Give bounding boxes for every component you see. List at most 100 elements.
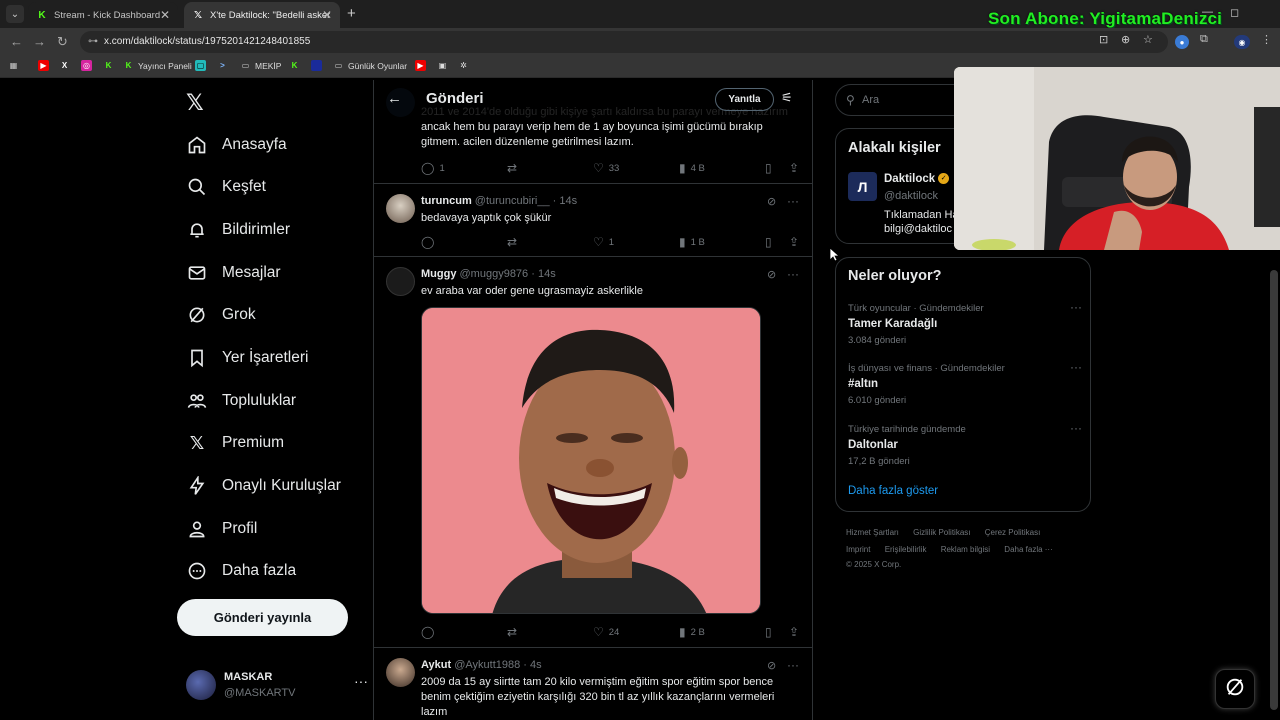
- footer-link[interactable]: Daha fazla ···: [1004, 545, 1052, 554]
- more-dots-icon[interactable]: ···: [787, 658, 799, 672]
- related-user-name[interactable]: Daktilock ✓: [884, 173, 950, 185]
- like-action[interactable]: ♡ 24: [593, 625, 619, 639]
- post-image[interactable]: [421, 307, 761, 614]
- share-action[interactable]: ⇪: [789, 235, 804, 249]
- more-dots-icon[interactable]: ···: [787, 267, 799, 281]
- grok-icon[interactable]: ⊘: [767, 195, 776, 208]
- bookmark-blue[interactable]: [311, 60, 326, 71]
- nav-item-communities[interactable]: Topluluklar: [186, 386, 296, 416]
- share-action[interactable]: ⇪: [789, 161, 804, 175]
- nav-item-profile[interactable]: Profil: [186, 514, 257, 544]
- footer-link[interactable]: Gizlilik Politikası: [913, 528, 970, 537]
- reply-action[interactable]: ◯: [421, 235, 439, 249]
- post-author[interactable]: Aykut @Aykutt1988 · 4s: [421, 659, 542, 671]
- views-action[interactable]: ▮ 1 B: [679, 235, 705, 249]
- trend-item[interactable]: Türkiye tarihinde gündemde Daltonlar 17,…: [848, 421, 1084, 467]
- nav-item-messages[interactable]: Mesajlar: [186, 258, 281, 288]
- bookmark-youtube[interactable]: ▶: [38, 60, 53, 71]
- close-tab-icon[interactable]: ✕: [322, 8, 332, 22]
- nav-item-grok[interactable]: Grok: [186, 300, 256, 330]
- url-text[interactable]: x.com/daktilock/status/19752014212484018…: [104, 36, 310, 47]
- bookmark-youtube-2[interactable]: ▶: [415, 60, 430, 71]
- footer-link[interactable]: Çerez Politikası: [985, 528, 1041, 537]
- extension-icon[interactable]: ●: [1175, 35, 1189, 49]
- post-button[interactable]: Gönderi yayınla: [177, 599, 348, 636]
- star-icon[interactable]: ☆: [1143, 33, 1153, 46]
- more-dots-icon[interactable]: ···: [1070, 300, 1082, 314]
- bookmark-kick-2[interactable]: K: [289, 60, 304, 71]
- nav-item-bookmarks[interactable]: Yer İşaretleri: [186, 343, 308, 373]
- bookmark-folder-gunluk-oyunlar[interactable]: ▭ Günlük Oyunlar: [333, 60, 407, 71]
- account-switcher[interactable]: MASKAR @MASKARTV ···: [186, 670, 368, 706]
- footer-link[interactable]: Erişilebilirlik: [885, 545, 927, 554]
- reply-button[interactable]: Yanıtla: [715, 88, 774, 111]
- profile-avatar-icon[interactable]: ◉: [1234, 35, 1250, 49]
- page-scrollbar[interactable]: [1270, 270, 1278, 710]
- tab-search-button[interactable]: ⌄: [6, 5, 24, 23]
- search-placeholder[interactable]: Ara: [862, 94, 879, 106]
- bookmark-chatgpt[interactable]: ✲: [458, 60, 473, 71]
- reply-action[interactable]: ◯ 1: [421, 161, 445, 175]
- repost-action[interactable]: ⇄: [507, 161, 522, 175]
- nav-item-verified-orgs[interactable]: Onaylı Kuruluşlar: [186, 471, 341, 501]
- bookmark-yayinci-paneli[interactable]: K Yayıncı Paneli: [123, 60, 192, 71]
- forward-icon[interactable]: →: [33, 34, 46, 49]
- zoom-icon[interactable]: ⊕: [1121, 33, 1130, 46]
- more-dots-icon[interactable]: ···: [787, 194, 799, 208]
- apps-grid-icon[interactable]: ▦: [8, 60, 23, 71]
- bookmark-kick[interactable]: K: [103, 60, 118, 71]
- x-logo-icon[interactable]: 𝕏: [186, 90, 204, 116]
- maximize-icon[interactable]: ◻: [1230, 6, 1239, 19]
- show-more-link[interactable]: Daha fazla göster: [848, 485, 938, 497]
- site-info-icon[interactable]: ⊶: [88, 36, 98, 47]
- extensions-puzzle-icon[interactable]: ⧉: [1200, 33, 1208, 46]
- new-tab-button[interactable]: +: [347, 5, 356, 22]
- nav-item-premium[interactable]: 𝕏 Premium: [186, 428, 284, 458]
- trend-item[interactable]: Türk oyuncular · Gündemdekiler Tamer Kar…: [848, 300, 1084, 346]
- address-bar[interactable]: ⊶ x.com/daktilock/status/197520142124840…: [80, 31, 1168, 53]
- nav-item-explore[interactable]: Keşfet: [186, 172, 266, 202]
- browser-menu-icon[interactable]: ⋮: [1261, 33, 1272, 46]
- bookmark-app[interactable]: ▢: [195, 60, 210, 71]
- trend-item[interactable]: İş dünyası ve finans · Gündemdekiler #al…: [848, 360, 1084, 406]
- bookmark-action[interactable]: ▯: [765, 625, 777, 639]
- grok-icon[interactable]: ⊘: [767, 268, 776, 281]
- install-app-icon[interactable]: ⊡: [1099, 33, 1108, 46]
- more-dots-icon[interactable]: ···: [354, 673, 368, 689]
- sliders-icon[interactable]: ⚟: [781, 90, 793, 106]
- post[interactable]: turuncum @turuncubiri__ · 14s ⊘ ··· beda…: [374, 184, 812, 257]
- reply-action[interactable]: ◯: [421, 625, 439, 639]
- like-action[interactable]: ♡ 33: [593, 161, 619, 175]
- reload-icon[interactable]: ↻: [57, 34, 68, 50]
- grok-icon[interactable]: ⊘: [767, 659, 776, 672]
- share-action[interactable]: ⇪: [789, 625, 804, 639]
- more-dots-icon[interactable]: ···: [1070, 421, 1082, 435]
- grok-floating-button[interactable]: [1215, 669, 1255, 709]
- footer-link[interactable]: Hizmet Şartları: [846, 528, 899, 537]
- bookmark-prime[interactable]: >: [217, 60, 232, 71]
- bookmark-action[interactable]: ▯: [765, 161, 777, 175]
- footer-link[interactable]: Imprint: [846, 545, 870, 554]
- bookmark-x[interactable]: X: [59, 60, 74, 71]
- minimize-icon[interactable]: —: [1202, 6, 1213, 18]
- repost-action[interactable]: ⇄: [507, 625, 522, 639]
- bookmark-instagram[interactable]: ◎: [81, 60, 96, 71]
- related-user-handle[interactable]: @daktilock: [884, 190, 938, 202]
- bookmark-image[interactable]: ▣: [437, 60, 452, 71]
- close-tab-icon[interactable]: ✕: [160, 8, 170, 22]
- avatar[interactable]: Л: [848, 172, 877, 201]
- views-action[interactable]: ▮ 4 B: [679, 161, 705, 175]
- footer-link[interactable]: Reklam bilgisi: [941, 545, 990, 554]
- nav-item-more[interactable]: Daha fazla: [186, 556, 296, 586]
- back-icon[interactable]: ←: [10, 34, 23, 49]
- back-arrow-icon[interactable]: ←: [387, 90, 402, 107]
- more-dots-icon[interactable]: ···: [1070, 360, 1082, 374]
- bookmark-action[interactable]: ▯: [765, 235, 777, 249]
- repost-action[interactable]: ⇄: [507, 235, 522, 249]
- tab-x-post[interactable]: 𝕏 X'te Daktilock: "Bedelli askerliğ ✕: [184, 2, 340, 28]
- like-action[interactable]: ♡ 1: [593, 235, 614, 249]
- views-action[interactable]: ▮ 2 B: [679, 625, 705, 639]
- post-author[interactable]: turuncum @turuncubiri__ · 14s: [421, 195, 577, 207]
- nav-item-home[interactable]: Anasayfa: [186, 130, 287, 160]
- post-author[interactable]: Muggy @muggy9876 · 14s: [421, 268, 556, 280]
